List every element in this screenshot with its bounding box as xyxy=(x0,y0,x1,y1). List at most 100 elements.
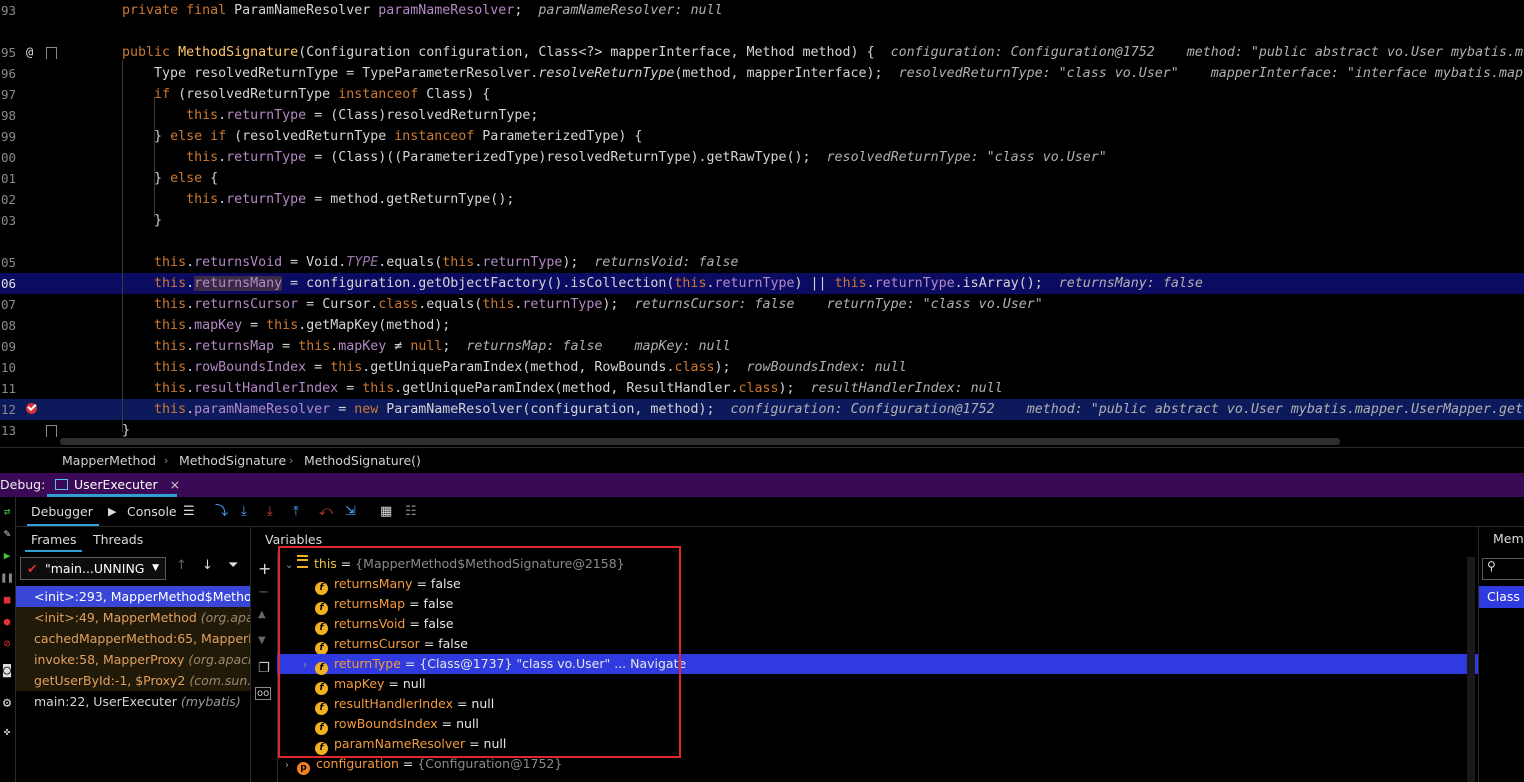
line-number: 03 xyxy=(0,213,16,228)
code-line[interactable]: 03 } xyxy=(0,210,1524,231)
show-execution-point-icon[interactable]: ⤵ xyxy=(215,498,228,526)
code-line[interactable]: 06 this.returnsMany = configuration.getO… xyxy=(0,273,1524,294)
camera-icon[interactable]: ◙ xyxy=(0,663,14,678)
breadcrumb-item-inner-class[interactable]: MethodSignature xyxy=(179,448,286,474)
arrow-up-icon[interactable]: ↑ xyxy=(176,558,187,573)
minus-icon[interactable]: − xyxy=(258,585,269,600)
line-number: 97 xyxy=(0,87,16,102)
rerun-icon[interactable]: ⇄ xyxy=(0,505,14,518)
code-text: this.returnsCursor = Cursor.class.equals… xyxy=(154,297,1043,312)
frame-label: cachedMapperMethod:65, MapperPr xyxy=(34,631,250,646)
chevron-down-icon: ▼ xyxy=(152,563,159,573)
memory-search-input[interactable]: ⚲ xyxy=(1482,558,1524,580)
indent-guide xyxy=(122,60,123,432)
code-line[interactable] xyxy=(0,21,1524,42)
resume-icon[interactable]: ▶ xyxy=(0,549,14,562)
annotation-icon[interactable]: @ xyxy=(26,42,33,63)
code-text: } else if (resolvedReturnType instanceof… xyxy=(90,129,643,144)
trace-icon[interactable]: ☷ xyxy=(405,498,417,526)
tab-console[interactable]: Console xyxy=(127,498,177,526)
code-text: this.returnsMany = configuration.getObje… xyxy=(154,276,1203,291)
code-line[interactable]: 02 this.returnType = method.getReturnTyp… xyxy=(0,189,1524,210)
view-breakpoints-icon[interactable]: ● xyxy=(0,615,14,628)
line-number: 00 xyxy=(0,150,16,165)
chevron-right-icon[interactable]: › xyxy=(285,756,297,776)
memory-class-column[interactable]: Class xyxy=(1479,586,1524,608)
menu-icon[interactable]: ☰ xyxy=(183,498,195,526)
step-out-icon[interactable]: ⤒ xyxy=(293,498,299,526)
debug-tool-strip: ⇄ ✎ ▶ ❚❚ ■ ● ⊘ ◙ ⚙ ✜ xyxy=(0,497,16,782)
line-number: 98 xyxy=(0,108,16,123)
code-line[interactable]: 07 this.returnsCursor = Cursor.class.equ… xyxy=(0,294,1524,315)
memory-panel: Memo ⚲ Class xyxy=(1478,527,1524,782)
code-line[interactable]: 97 if (resolvedReturnType instanceof Cla… xyxy=(0,84,1524,105)
code-line[interactable]: 12 this.paramNameResolver = new ParamNam… xyxy=(0,399,1524,420)
filter-icon[interactable]: ⏷ xyxy=(228,558,238,573)
line-number: 96 xyxy=(0,66,16,81)
frame-item[interactable]: <init>:49, MapperMethod (org.apach xyxy=(16,607,250,628)
line-number: 01 xyxy=(0,171,16,186)
copy-icon[interactable]: ❐ xyxy=(258,661,270,676)
fold-icon[interactable] xyxy=(46,47,57,59)
code-line[interactable]: 05 this.returnsVoid = Void.TYPE.equals(t… xyxy=(0,252,1524,273)
drop-frame-icon[interactable]: ⤺ xyxy=(319,498,333,526)
code-line[interactable]: 01 } else { xyxy=(0,168,1524,189)
arrow-down-icon[interactable]: ▼ xyxy=(258,635,266,646)
fold-icon[interactable] xyxy=(46,425,57,437)
step-into-icon[interactable]: ⤓ xyxy=(267,498,273,526)
arrow-up-icon[interactable]: ▲ xyxy=(258,609,266,620)
frame-item[interactable]: cachedMapperMethod:65, MapperPr xyxy=(16,628,250,649)
indent-guide xyxy=(154,140,155,160)
code-text: this.returnType = (Class)resolvedReturnT… xyxy=(186,108,539,123)
code-line[interactable]: 98 this.returnType = (Class)resolvedRetu… xyxy=(0,105,1524,126)
tab-threads[interactable]: Threads xyxy=(93,527,143,552)
step-over-icon[interactable]: ⤓ xyxy=(241,498,247,526)
code-line[interactable]: 09 this.returnsMap = this.mapKey ≠ null;… xyxy=(0,336,1524,357)
frame-item[interactable]: <init>:293, MapperMethod$MethodS xyxy=(16,586,250,607)
code-line[interactable]: 99 } else if (resolvedReturnType instanc… xyxy=(0,126,1524,147)
close-icon[interactable]: × xyxy=(170,477,180,492)
evaluate-expression-icon[interactable]: ▦ xyxy=(380,498,392,526)
run-to-cursor-icon[interactable]: ⇲ xyxy=(345,498,356,526)
frame-item[interactable]: getUserById:-1, $Proxy2 (com.sun.pro xyxy=(16,670,250,691)
code-line[interactable]: 08 this.mapKey = this.getMapKey(method); xyxy=(0,315,1524,336)
frame-label: main:22, UserExecuter xyxy=(34,694,181,709)
thread-select[interactable]: ✔ "main...UNNING ▼ xyxy=(20,557,166,580)
line-number: 07 xyxy=(0,297,16,312)
mute-breakpoints-icon[interactable]: ⊘ xyxy=(0,637,14,650)
pin-icon[interactable]: ✜ xyxy=(0,725,14,738)
code-line[interactable]: 93 private final ParamNameResolver param… xyxy=(0,0,1524,21)
breadcrumb: MapperMethod › MethodSignature › MethodS… xyxy=(0,447,1524,474)
tab-frames[interactable]: Frames xyxy=(24,527,84,552)
code-line[interactable] xyxy=(0,231,1524,252)
arrow-down-icon[interactable]: ↓ xyxy=(202,558,213,573)
code-line[interactable]: 10 this.rowBoundsIndex = this.getUniqueP… xyxy=(0,357,1524,378)
frame-package: (com.sun.pro xyxy=(189,673,250,688)
console-icon: ▶ xyxy=(108,505,117,518)
code-line[interactable]: 95 @ public MethodSignature(Configuration… xyxy=(0,42,1524,63)
code-line[interactable]: 00 this.returnType = (Class)((Parameteri… xyxy=(0,147,1524,168)
gear-icon[interactable]: ⚙ xyxy=(0,695,14,711)
code-text: this.rowBoundsIndex = this.getUniquePara… xyxy=(154,360,907,375)
code-text: this.returnType = (Class)((Parameterized… xyxy=(186,150,1107,165)
thread-select-value: "main...UNNING xyxy=(45,561,145,576)
chevron-right-icon: › xyxy=(289,454,294,467)
code-line[interactable]: 11 this.resultHandlerIndex = this.getUni… xyxy=(0,378,1524,399)
breadcrumb-item-class[interactable]: MapperMethod xyxy=(62,448,156,474)
breadcrumb-item-method[interactable]: MethodSignature() xyxy=(304,448,421,474)
glasses-icon[interactable]: oo xyxy=(255,687,272,700)
pause-icon[interactable]: ❚❚ xyxy=(0,571,14,584)
stop-icon[interactable]: ■ xyxy=(0,593,14,606)
code-line[interactable]: 96 Type resolvedReturnType = TypeParamet… xyxy=(0,63,1524,84)
tab-debugger[interactable]: Debugger xyxy=(27,498,99,526)
search-icon: ⚲ xyxy=(1487,559,1496,573)
frame-item[interactable]: invoke:58, MapperProxy (org.apache xyxy=(16,649,250,670)
variables-scrollbar[interactable] xyxy=(1467,557,1475,782)
frame-label: invoke:58, MapperProxy xyxy=(34,652,189,667)
code-text: Type resolvedReturnType = TypeParameterR… xyxy=(90,66,1523,81)
wrench-icon[interactable]: ✎ xyxy=(0,527,14,540)
code-editor[interactable]: 93 private final ParamNameResolver param… xyxy=(0,0,1524,447)
frame-item[interactable]: main:22, UserExecuter (mybatis) xyxy=(16,691,250,712)
editor-horizontal-scrollbar[interactable] xyxy=(60,438,1340,445)
plus-icon[interactable]: + xyxy=(258,559,271,578)
